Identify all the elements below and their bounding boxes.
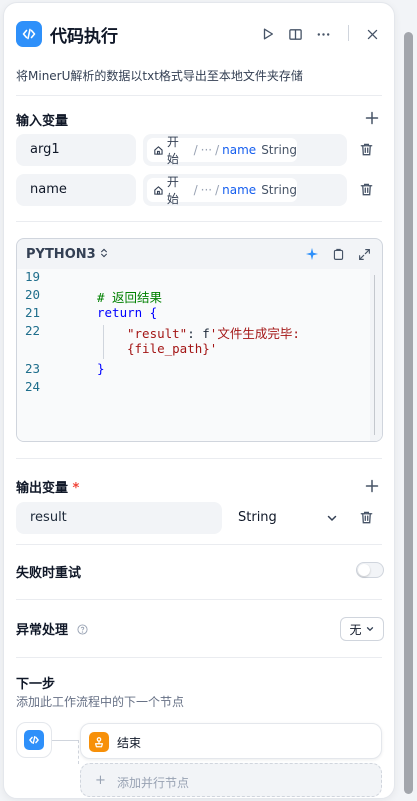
variable-reference-selector[interactable]: 开始 / ··· / name String	[143, 134, 347, 166]
required-mark: *	[72, 481, 80, 496]
ref-separator: /	[193, 183, 198, 197]
more-icon[interactable]	[314, 25, 332, 43]
connector-branch	[78, 740, 79, 764]
node-title[interactable]: 代码执行	[50, 22, 118, 47]
line-number: 22	[25, 323, 41, 338]
input-variable-row: arg1 开始 / ··· / name String	[16, 134, 378, 166]
retry-label: 失败时重试	[16, 566, 82, 581]
add-parallel-label: 添加并行节点	[117, 776, 190, 790]
output-type-label: String	[238, 510, 277, 525]
line-number: 21	[25, 305, 41, 320]
code-scrollbar[interactable]	[370, 269, 382, 441]
divider	[16, 221, 382, 222]
divider	[16, 458, 382, 459]
code-token: "result"	[127, 326, 188, 341]
divider	[16, 657, 382, 658]
output-name-input[interactable]: result	[16, 502, 222, 534]
next-node-end[interactable]: 结束	[80, 723, 382, 759]
panel-scrollbar-thumb[interactable]	[404, 32, 413, 794]
code-editor: PYTHON3 19 20 # 返回结果 21 return { 22 "res…	[16, 238, 383, 442]
close-icon[interactable]	[363, 25, 381, 43]
header-divider	[348, 25, 349, 41]
output-section-title: 输出变量 *	[16, 477, 79, 496]
ref-node-name: 开始	[166, 135, 179, 166]
current-node-block	[16, 722, 52, 758]
error-handling-select[interactable]: 无	[340, 617, 384, 641]
end-node-icon	[89, 732, 109, 752]
book-icon[interactable]	[286, 25, 304, 43]
code-line: {file_path}'	[127, 341, 218, 356]
home-icon	[154, 185, 163, 195]
add-output-icon[interactable]	[364, 478, 380, 494]
node-description[interactable]: 将MinerU解析的数据以txt格式导出至本地文件夹存储	[16, 67, 303, 84]
node-config-panel: 代码执行 将MinerU解析的数据以txt格式导出至本地文件夹存储 输入变量 a…	[3, 2, 395, 799]
delete-icon[interactable]	[359, 182, 375, 198]
info-icon[interactable]	[77, 624, 88, 635]
code-content[interactable]: 19 20 # 返回结果 21 return { 22 "result": f'…	[17, 269, 382, 441]
language-selector[interactable]: PYTHON3	[26, 247, 108, 262]
variable-name-input[interactable]: arg1	[16, 134, 136, 166]
input-variable-row: name 开始 / ··· / name String	[16, 174, 378, 206]
ref-ellipsis: ···	[200, 143, 213, 157]
line-number: 23	[25, 361, 41, 376]
variable-name-input[interactable]: name	[16, 174, 136, 206]
retry-toggle[interactable]	[356, 562, 384, 578]
add-input-icon[interactable]	[364, 110, 380, 126]
ref-variable-type: String	[261, 183, 297, 197]
divider	[16, 544, 382, 545]
expand-icon[interactable]	[356, 246, 372, 262]
ref-variable-name: name	[222, 143, 257, 157]
output-title-text: 输出变量	[16, 481, 69, 496]
toggle-knob	[358, 564, 370, 576]
divider	[16, 599, 382, 600]
indent-guide	[103, 325, 104, 359]
code-editor-toolbar	[304, 246, 372, 262]
delete-icon[interactable]	[359, 142, 375, 158]
add-parallel-node-button[interactable]: + 添加并行节点	[80, 763, 382, 797]
divider	[16, 95, 382, 96]
ref-separator: /	[215, 183, 220, 197]
code-line: return {	[97, 305, 158, 320]
line-number: 19	[25, 269, 41, 284]
variable-reference-selector[interactable]: 开始 / ··· / name String	[143, 174, 347, 206]
ref-node-name: 开始	[166, 175, 179, 206]
ref-variable-type: String	[261, 143, 297, 157]
run-icon[interactable]	[259, 25, 277, 43]
ref-ellipsis: ···	[200, 183, 213, 197]
code-node-icon	[24, 730, 44, 750]
variable-reference-chip: 开始 / ··· / name String	[147, 135, 297, 166]
chevron-down-icon	[366, 627, 373, 632]
output-variable-row: result String	[16, 502, 378, 534]
code-token: '文件生成完毕:	[209, 326, 300, 341]
sort-chevron-icon	[101, 248, 108, 258]
line-number: 20	[25, 287, 41, 302]
ref-variable-name: name	[222, 183, 257, 197]
panel-header: 代码执行	[4, 3, 394, 65]
next-step-description: 添加此工作流程中的下一个节点	[16, 695, 185, 709]
copy-icon[interactable]	[330, 246, 346, 262]
variable-reference-chip: 开始 / ··· / name String	[147, 175, 297, 206]
connector-line	[52, 740, 78, 741]
delete-icon[interactable]	[359, 510, 375, 526]
plus-icon: +	[95, 773, 106, 788]
code-editor-header: PYTHON3	[17, 239, 382, 269]
line-number: 24	[25, 379, 41, 394]
code-line: }	[97, 361, 105, 376]
home-icon	[154, 145, 163, 155]
chevron-down-icon	[327, 515, 337, 522]
input-section-title: 输入变量	[16, 114, 69, 129]
next-step-title: 下一步	[16, 677, 56, 692]
next-node-label: 结束	[117, 736, 142, 750]
code-node-icon	[16, 21, 42, 47]
language-label: PYTHON3	[26, 247, 96, 262]
error-handling-value: 无	[349, 622, 362, 637]
error-handling-title: 异常处理	[16, 619, 88, 638]
sparkle-icon[interactable]	[304, 246, 320, 262]
code-line: # 返回结果	[97, 290, 163, 305]
code-line: "result": f'文件生成完毕:	[127, 323, 300, 342]
code-token: : f	[187, 326, 210, 341]
ref-separator: /	[193, 143, 198, 157]
error-handling-label: 异常处理	[16, 623, 69, 638]
ref-separator: /	[215, 143, 220, 157]
